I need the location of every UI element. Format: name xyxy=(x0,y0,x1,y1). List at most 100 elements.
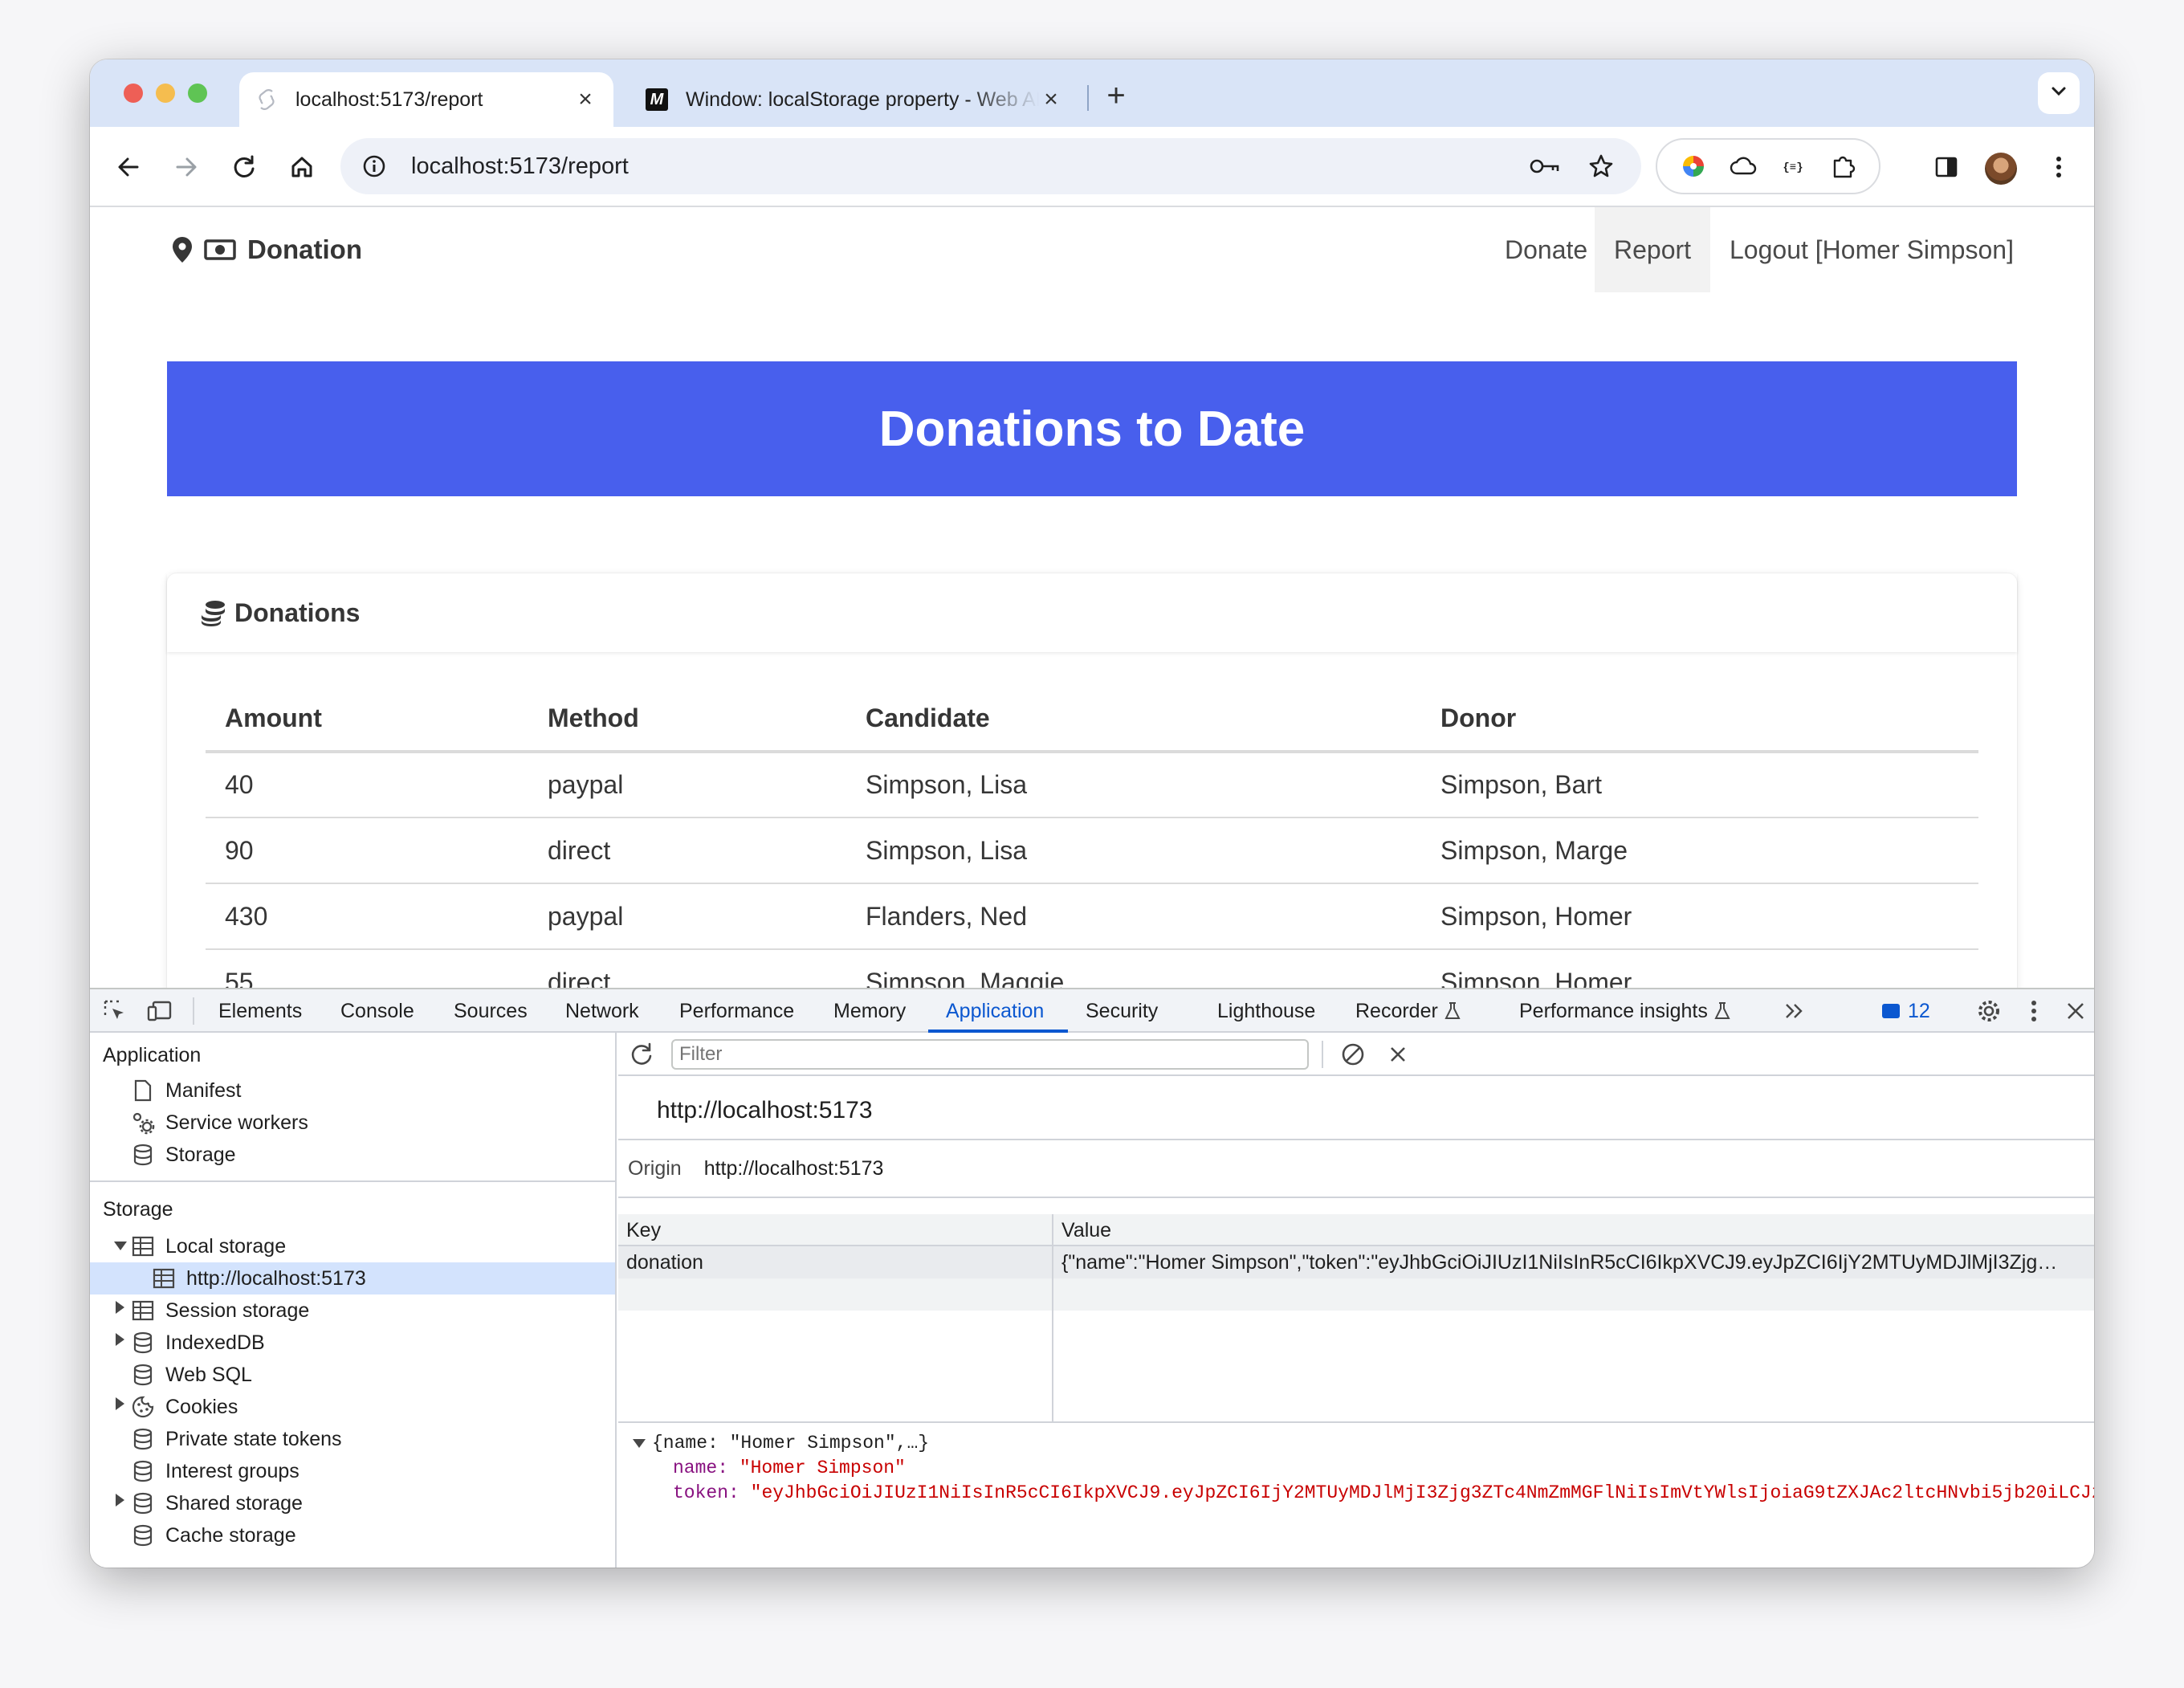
site-brand[interactable]: Donation xyxy=(172,228,362,271)
experimental-flask-icon xyxy=(1714,1002,1730,1019)
column-header-key[interactable]: Key xyxy=(618,1214,1052,1246)
collapsed-triangle-icon[interactable] xyxy=(116,1301,124,1314)
tab-report[interactable]: localhost:5173/report × xyxy=(239,72,613,127)
tab-search-button[interactable] xyxy=(2038,72,2080,114)
more-tabs-button[interactable] xyxy=(1781,997,1808,1025)
entry-key[interactable]: donation xyxy=(618,1246,1052,1278)
preview-summary[interactable]: {name: "Homer Simpson",…} xyxy=(652,1431,929,1455)
column-header-donor: Donor xyxy=(1421,686,1978,753)
collapsed-triangle-icon[interactable] xyxy=(116,1494,124,1507)
donations-card: Donations Amount Method Candidate Donor … xyxy=(167,573,2017,996)
expand-triangle-icon[interactable] xyxy=(114,1242,127,1250)
expand-triangle-icon[interactable] xyxy=(633,1439,646,1448)
cell-amount: 430 xyxy=(206,883,528,950)
devtools-settings-button[interactable] xyxy=(1975,997,2003,1025)
puzzle-extensions-icon[interactable] xyxy=(1827,150,1859,182)
browser-menu-button[interactable] xyxy=(2041,149,2076,185)
collapsed-triangle-icon[interactable] xyxy=(116,1397,124,1410)
clear-all-button[interactable] xyxy=(1339,1041,1367,1068)
sidebar-item-label: Local storage xyxy=(165,1234,287,1258)
profile-avatar[interactable] xyxy=(1985,153,2017,185)
close-window-button[interactable] xyxy=(124,84,143,103)
hero-title: Donations to Date xyxy=(878,401,1306,457)
bookmark-star-icon[interactable] xyxy=(1585,150,1617,182)
devtools-close-button[interactable] xyxy=(2062,997,2089,1025)
column-header-method: Method xyxy=(528,686,846,753)
sidebar-item-manifest[interactable]: Manifest xyxy=(130,1074,241,1107)
collapsed-triangle-icon[interactable] xyxy=(116,1333,124,1346)
money-bill-icon xyxy=(204,239,236,261)
sidebar-item-label: Interest groups xyxy=(165,1459,299,1482)
back-button[interactable] xyxy=(111,149,146,185)
origin-value: http://localhost:5173 xyxy=(703,1156,884,1180)
devtools-tab-memory[interactable]: Memory xyxy=(833,989,906,1033)
cell-candidate: Flanders, Ned xyxy=(846,883,1421,950)
devtools-tab-lighthouse[interactable]: Lighthouse xyxy=(1217,989,1315,1033)
reload-button[interactable] xyxy=(226,149,262,185)
password-key-icon[interactable] xyxy=(1529,150,1561,182)
sidebar-item-cookies[interactable]: Cookies xyxy=(130,1391,238,1423)
table-row: 90 direct Simpson, Lisa Simpson, Marge xyxy=(206,817,1978,884)
devtools-tab-application[interactable]: Application xyxy=(946,989,1044,1033)
cloud-extension-icon[interactable] xyxy=(1727,150,1759,182)
sidebar-item-cache-storage[interactable]: Cache storage xyxy=(130,1519,296,1551)
devtools-tab-sources[interactable]: Sources xyxy=(454,989,528,1033)
sidebar-item-interest-groups[interactable]: Interest groups xyxy=(130,1455,299,1487)
cell-method: paypal xyxy=(528,752,846,818)
minimize-window-button[interactable] xyxy=(156,84,175,103)
new-tab-button[interactable]: + xyxy=(1100,80,1132,112)
sidebar-item-service-workers[interactable]: Service workers xyxy=(130,1107,308,1139)
nav-report-link[interactable]: Report xyxy=(1595,207,1711,292)
svelte-favicon-icon xyxy=(255,88,278,111)
sidebar-item-localhost-origin[interactable]: http://localhost:5173 xyxy=(151,1262,366,1295)
inspect-element-button[interactable] xyxy=(101,997,128,1025)
table-grid-icon xyxy=(151,1266,177,1291)
sidebar-item-indexeddb[interactable]: IndexedDB xyxy=(130,1327,265,1359)
devtools-tab-performance[interactable]: Performance xyxy=(679,989,794,1033)
sidebar-item-storage[interactable]: Storage xyxy=(130,1139,236,1171)
color-wheel-extension-icon[interactable] xyxy=(1677,150,1709,182)
url-text[interactable]: localhost:5173/report xyxy=(411,153,1529,180)
sidebar-item-local-storage[interactable]: Local storage xyxy=(130,1230,286,1262)
refresh-button[interactable] xyxy=(628,1041,655,1068)
devtools-tab-elements[interactable]: Elements xyxy=(218,989,302,1033)
home-button[interactable] xyxy=(284,149,320,185)
column-header-candidate: Candidate xyxy=(846,686,1421,753)
nav-logout-link[interactable]: Logout [Homer Simpson] xyxy=(1710,207,2033,292)
chevron-down-icon xyxy=(2051,86,2067,101)
devtools-tab-console[interactable]: Console xyxy=(340,989,414,1033)
devtools-tab-network[interactable]: Network xyxy=(565,989,639,1033)
performance-insights-label: Performance insights xyxy=(1519,999,1708,1022)
side-panel-button[interactable] xyxy=(1929,149,1964,185)
filter-input[interactable] xyxy=(671,1039,1309,1070)
column-divider xyxy=(1052,1214,1053,1423)
sidebar-item-private-state-tokens[interactable]: Private state tokens xyxy=(130,1423,342,1455)
column-header-value[interactable]: Value xyxy=(1053,1214,2094,1246)
json-extension-icon[interactable]: {≡} xyxy=(1777,150,1809,182)
zoom-window-button[interactable] xyxy=(188,84,207,103)
map-marker-icon xyxy=(172,236,193,263)
address-bar[interactable]: localhost:5173/report xyxy=(340,138,1641,194)
coins-icon xyxy=(199,598,228,627)
nav-donate-link[interactable]: Donate xyxy=(1485,207,1607,292)
double-chevron-right-icon xyxy=(1786,1004,1803,1018)
close-tab-icon[interactable]: × xyxy=(573,86,597,112)
issues-badge[interactable]: 12 xyxy=(1882,996,1930,1026)
forward-button[interactable] xyxy=(169,149,204,185)
device-toolbar-button[interactable] xyxy=(146,997,173,1025)
sidebar-item-session-storage[interactable]: Session storage xyxy=(130,1295,309,1327)
sidebar-item-shared-storage[interactable]: Shared storage xyxy=(130,1487,303,1519)
key-value-table: Key Value donation {"name":"Homer Simpso… xyxy=(618,1214,2094,1423)
tab-mdn[interactable]: M Window: localStorage property - Web AP… xyxy=(630,72,1079,127)
delete-selected-button[interactable] xyxy=(1384,1041,1412,1068)
entry-value[interactable]: {"name":"Homer Simpson","token":"eyJhbGc… xyxy=(1053,1246,2094,1278)
devtools-menu-button[interactable] xyxy=(2020,997,2048,1025)
extensions-group: {≡} xyxy=(1656,138,1880,194)
devtools-tab-performance-insights[interactable]: Performance insights xyxy=(1519,989,1730,1033)
close-tab-icon[interactable]: × xyxy=(1039,86,1063,112)
devtools-tab-recorder[interactable]: Recorder xyxy=(1355,989,1461,1033)
sidebar-item-web-sql[interactable]: Web SQL xyxy=(130,1359,252,1391)
devtools-tab-security[interactable]: Security xyxy=(1086,989,1158,1033)
site-info-icon[interactable] xyxy=(358,150,390,182)
devtools-tab-bar: Elements Console Sources Network Perform… xyxy=(90,989,2094,1033)
